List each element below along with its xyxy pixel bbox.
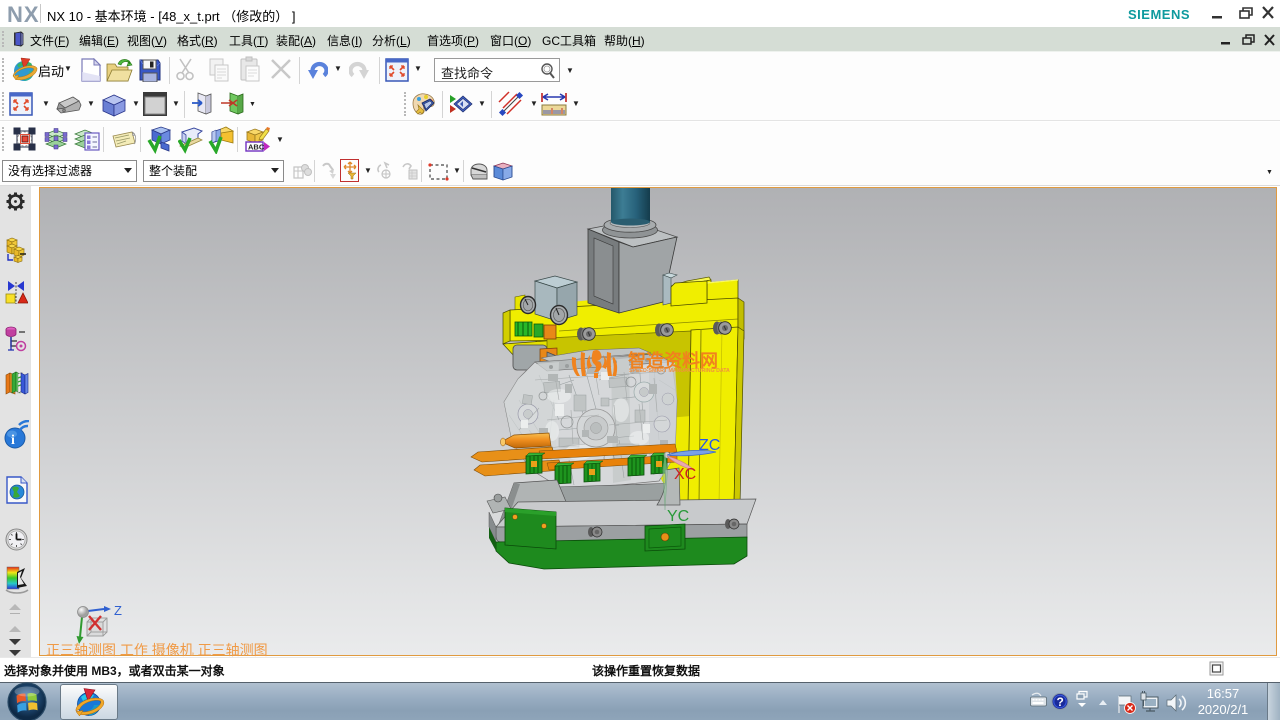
svg-text:Z: Z bbox=[114, 604, 122, 618]
svg-text:ABC: ABC bbox=[248, 143, 265, 152]
svg-text:ZC: ZC bbox=[699, 437, 720, 454]
svg-text:YC: YC bbox=[667, 508, 689, 525]
svg-text:?: ? bbox=[1057, 695, 1064, 709]
svg-text:i: i bbox=[11, 433, 15, 448]
svg-text:XC: XC bbox=[674, 466, 696, 483]
